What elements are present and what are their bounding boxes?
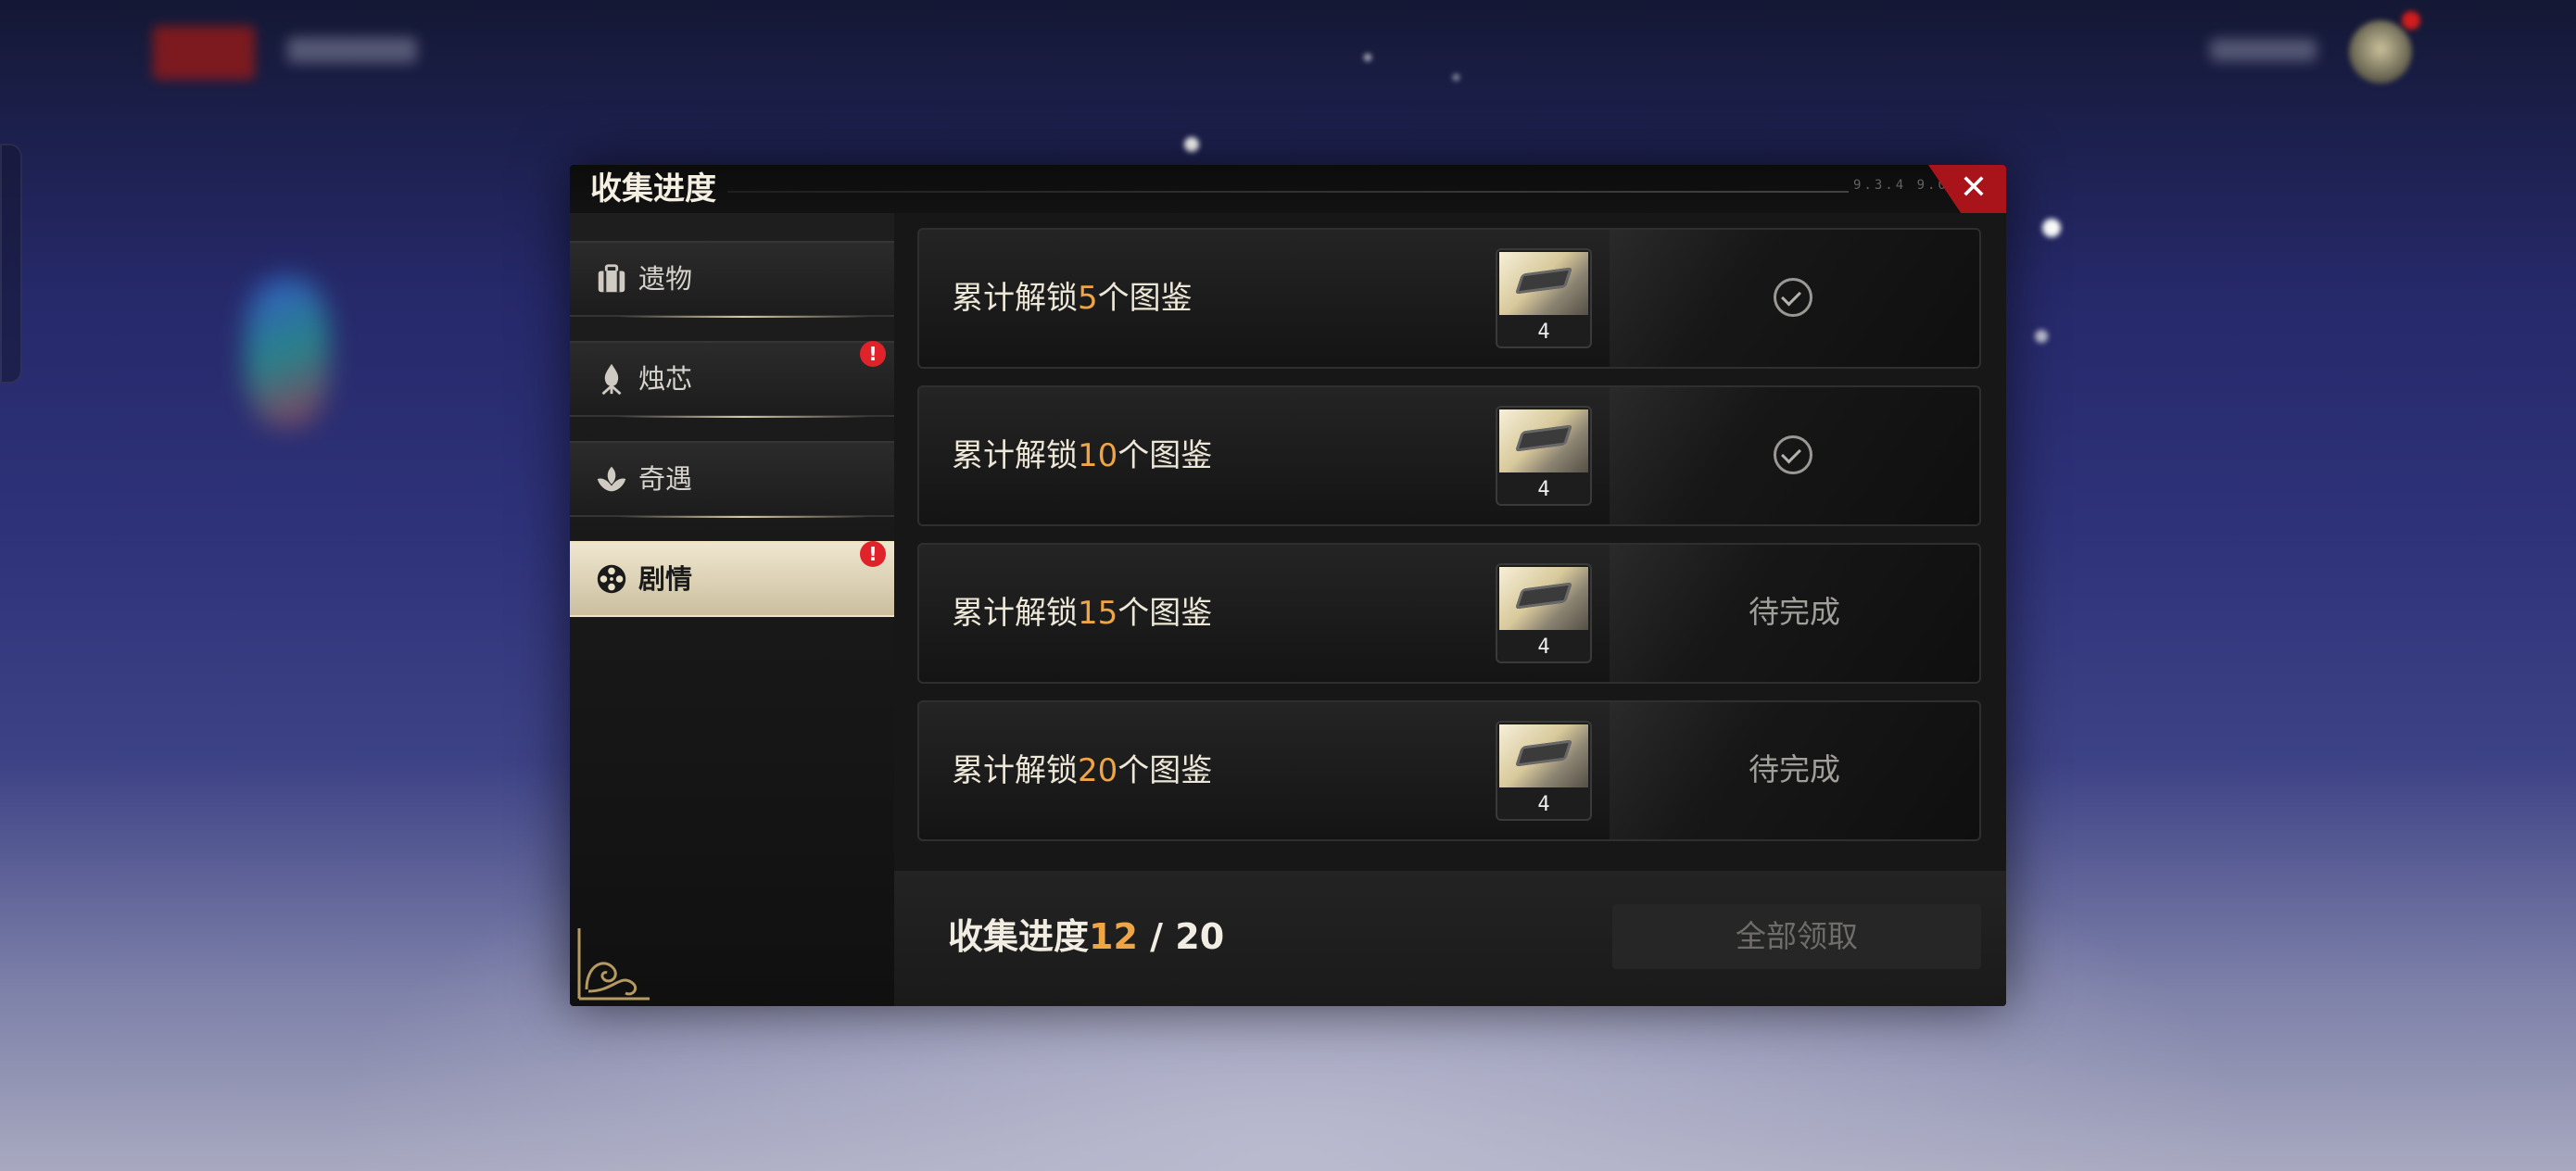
tab-relics[interactable]: 遗物 [570,241,899,318]
modal-header: 收集进度 9.3.4 9.0 ✕ [570,165,2006,213]
milestone-text: 累计解锁10个图鉴 [952,437,1213,474]
claim-all-button[interactable]: 全部领取 [1612,904,1981,969]
milestone-text: 累计解锁15个图鉴 [952,595,1213,632]
milestone-row: 累计解锁5个图鉴 4 [917,228,1981,369]
collection-progress-modal: 收集进度 9.3.4 9.0 ✕ 遗物 烛芯 ! 奇遇 剧情 ! 累计解锁5个图… [570,165,2006,1006]
milestone-row: 累计解锁20个图鉴 4 待完成 [917,700,1981,841]
milestone-row: 累计解锁15个图鉴 4 待完成 [917,543,1981,684]
milestone-list: 累计解锁5个图鉴 4 累计解锁10个图鉴 4 累计解锁15个图鉴 4 待完成 累… [894,213,2006,1006]
reward-item[interactable]: 4 [1496,563,1592,663]
reward-quantity: 4 [1537,636,1550,659]
background-sparkle [1364,54,1371,61]
blurred-back-button [153,26,255,80]
pending-status: 待完成 [1610,702,1979,839]
tab-label: 烛芯 [638,363,693,395]
tab-label: 遗物 [638,263,693,295]
reward-item-image [1499,409,1588,472]
milestone-count: 15 [1078,595,1118,632]
flame-icon [601,363,622,396]
blurred-notification-dot [2402,11,2420,30]
milestone-count: 20 [1078,752,1118,789]
claimed-status [1610,230,1979,367]
tab-wicks[interactable]: 烛芯 ! [570,341,899,418]
pending-status-text: 待完成 [1749,751,1840,787]
milestone-count: 10 [1078,437,1118,474]
milestone-row: 累计解锁10个图鉴 4 [917,385,1981,526]
header-code: 9.3.4 9.0 [1853,178,1949,193]
header-divider [727,191,1849,193]
corner-ornament-icon [577,928,650,1001]
side-drawer-handle [0,144,22,384]
progress-current: 12 [1089,916,1138,957]
reward-item[interactable]: 4 [1496,248,1592,348]
milestone-text: 累计解锁20个图鉴 [952,752,1213,789]
film-reel-icon [597,564,626,594]
blurred-right-text [2210,39,2317,61]
background-prism-glow [246,278,329,426]
reward-item-image [1499,724,1588,787]
checkmark-icon [1774,435,1812,474]
milestone-text: 累计解锁5个图鉴 [952,280,1193,317]
tab-label: 剧情 [638,563,693,595]
reward-item[interactable]: 4 [1496,721,1592,821]
background-sparkle [1184,137,1199,152]
reward-quantity: 4 [1537,321,1550,344]
blurred-avatar [2349,20,2412,83]
alert-badge: ! [860,341,886,367]
reward-quantity: 4 [1537,478,1550,501]
milestone-count: 5 [1078,280,1098,317]
reward-item[interactable]: 4 [1496,406,1592,506]
tab-underline [618,516,869,518]
reward-item-image [1499,567,1588,630]
background-sparkle [2042,219,2061,237]
progress-total: 20 [1175,916,1225,957]
lotus-icon [597,466,626,492]
alert-badge: ! [860,541,886,567]
suitcase-icon [598,264,625,293]
pending-status-text: 待完成 [1749,594,1840,630]
progress-footer: 收集进度12 / 20 全部领取 [894,871,2006,1006]
tab-underline [618,316,869,318]
background-sparkle [1453,74,1459,81]
background-sparkle [2035,330,2048,343]
tab-label: 奇遇 [638,463,693,495]
reward-quantity: 4 [1537,793,1550,816]
pending-status: 待完成 [1610,545,1979,682]
close-icon: ✕ [1959,169,1988,207]
tab-story[interactable]: ✧ 剧情 ! [570,541,899,617]
tab-underline [618,416,869,418]
claimed-status [1610,387,1979,524]
category-sidebar: 遗物 烛芯 ! 奇遇 ✧ [570,213,899,1006]
modal-title: 收集进度 [590,170,716,208]
tab-encounters[interactable]: 奇遇 [570,441,899,518]
collection-progress-label: 收集进度12 / 20 [948,916,1225,957]
checkmark-icon [1774,278,1812,317]
blurred-title-text [287,37,417,63]
reward-item-image [1499,252,1588,315]
background-top-bar [0,0,2576,102]
